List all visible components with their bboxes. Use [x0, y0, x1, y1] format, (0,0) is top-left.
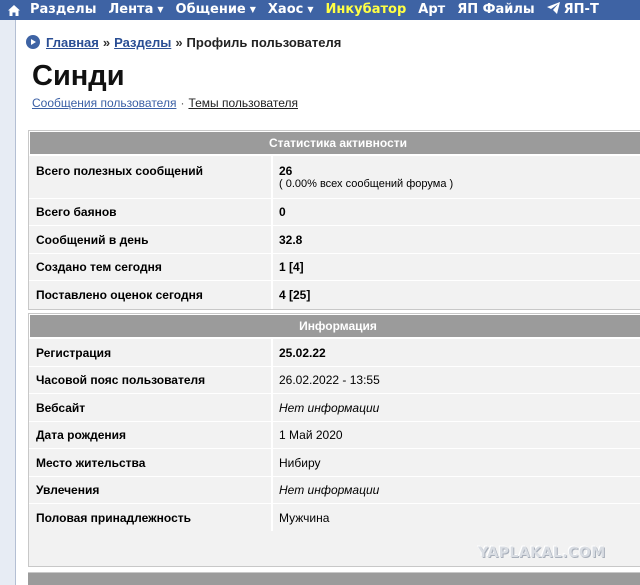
nav-label: ЯП-Т — [563, 2, 599, 17]
row-label: Увлечения — [29, 477, 273, 503]
gender-value: Мужчина — [279, 510, 330, 525]
table-row: Всего баянов 0 — [29, 198, 640, 225]
nav-item-files[interactable]: ЯП Файлы — [451, 0, 540, 20]
breadcrumb-separator: » — [102, 34, 111, 50]
table-row: Дата рождения 1 Май 2020 — [29, 421, 640, 448]
hobbies-value: Нет информации — [279, 483, 380, 497]
nav-label: Разделы — [30, 2, 97, 17]
page-title: Синди — [32, 60, 125, 92]
next-panel-header — [28, 572, 640, 585]
row-value: 0 — [279, 205, 286, 219]
nav-item-feed[interactable]: Лента ▼ — [102, 0, 169, 20]
row-label: Вебсайт — [29, 394, 273, 421]
timezone-value: 26.02.2022 - 13:55 — [279, 373, 380, 387]
nav-item-yap-t[interactable]: ЯП-Т — [541, 0, 605, 20]
nav-label: Арт — [418, 2, 446, 17]
row-label: Поставлено оценок сегодня — [29, 281, 273, 309]
row-value: 4 [25] — [279, 288, 311, 302]
row-label: Сообщений в день — [29, 226, 273, 253]
nav-item-chaos[interactable]: Хаос ▼ — [262, 0, 320, 20]
site-watermark: YAPLAKAL.COM — [478, 545, 606, 561]
chevron-down-icon: ▼ — [307, 5, 314, 14]
panel-header: Статистика активности — [29, 131, 640, 155]
chevron-down-icon: ▼ — [157, 5, 164, 14]
registration-date: 25.02.22 — [279, 345, 326, 360]
link-separator: · — [180, 96, 185, 110]
row-label: Регистрация — [29, 339, 273, 366]
user-info-panel: Информация Регистрация 25.02.22 Часовой … — [28, 313, 640, 567]
table-row: Сообщений в день 32.8 — [29, 225, 640, 253]
useful-posts-count: 26 — [279, 164, 293, 178]
nav-label: Лента — [108, 2, 154, 17]
breadcrumb-current: Профиль пользователя — [186, 34, 342, 50]
table-row: Место жительства Нибиру — [29, 448, 640, 476]
table-row: Увлечения Нет информации — [29, 476, 640, 503]
nav-item-sections[interactable]: Разделы — [24, 0, 102, 20]
table-row: Всего полезных сообщений 26 ( 0.00% всех… — [29, 155, 640, 198]
row-label: Дата рождения — [29, 422, 273, 448]
breadcrumb: Главная » Разделы » Профиль пользователя — [26, 34, 341, 50]
table-row: Создано тем сегодня 1 [4] — [29, 253, 640, 280]
profile-links: Сообщения пользователя · Темы пользователя — [32, 96, 298, 110]
row-label: Создано тем сегодня — [29, 254, 273, 280]
nav-label: Общение — [175, 2, 246, 17]
top-navigation-bar: Разделы Лента ▼ Общение ▼ Хаос ▼ Инкубатор … — [0, 0, 640, 20]
row-label: Всего баянов — [29, 199, 273, 225]
paper-plane-icon — [546, 0, 560, 20]
nav-label: Инкубатор — [325, 2, 407, 17]
row-value: 26 ( 0.00% всех сообщений форума ) — [273, 156, 640, 198]
chevron-down-icon: ▼ — [249, 5, 256, 14]
location-value: Нибиру — [279, 455, 321, 470]
bullet-arrow-icon — [26, 35, 40, 49]
forum-share-note: ( 0.00% всех сообщений форума ) — [279, 178, 454, 190]
table-row: Поставлено оценок сегодня 4 [25] — [29, 280, 640, 309]
row-value: 32.8 — [279, 232, 303, 247]
row-label: Место жительства — [29, 449, 273, 476]
table-row: Часовой пояс пользователя 26.02.2022 - 1… — [29, 366, 640, 393]
table-row: Вебсайт Нет информации — [29, 393, 640, 421]
nav-label: ЯП Файлы — [457, 2, 535, 17]
left-border-strip — [0, 20, 16, 585]
nav-item-communication[interactable]: Общение ▼ — [170, 0, 262, 20]
home-icon[interactable] — [4, 0, 24, 20]
row-label: Часовой пояс пользователя — [29, 367, 273, 393]
nav-item-art[interactable]: Арт — [412, 0, 451, 20]
breadcrumb-sections-link[interactable]: Разделы — [114, 35, 171, 50]
activity-stats-panel: Статистика активности Всего полезных соо… — [28, 130, 640, 310]
panel-header: Информация — [29, 314, 640, 338]
row-label: Половая принадлежность — [29, 504, 273, 531]
table-row: Регистрация 25.02.22 — [29, 338, 640, 366]
nav-item-incubator[interactable]: Инкубатор — [320, 0, 413, 20]
row-label: Всего полезных сообщений — [29, 156, 273, 198]
breadcrumb-home-link[interactable]: Главная — [46, 35, 99, 50]
nav-label: Хаос — [267, 2, 304, 17]
breadcrumb-separator: » — [175, 34, 183, 50]
birthdate-value: 1 Май 2020 — [279, 428, 343, 442]
user-messages-link[interactable]: Сообщения пользователя — [32, 96, 176, 110]
row-value: 1 [4] — [279, 260, 304, 274]
user-topics-link[interactable]: Темы пользователя — [188, 96, 298, 110]
table-row: Половая принадлежность Мужчина — [29, 503, 640, 531]
website-value: Нет информации — [279, 400, 380, 415]
